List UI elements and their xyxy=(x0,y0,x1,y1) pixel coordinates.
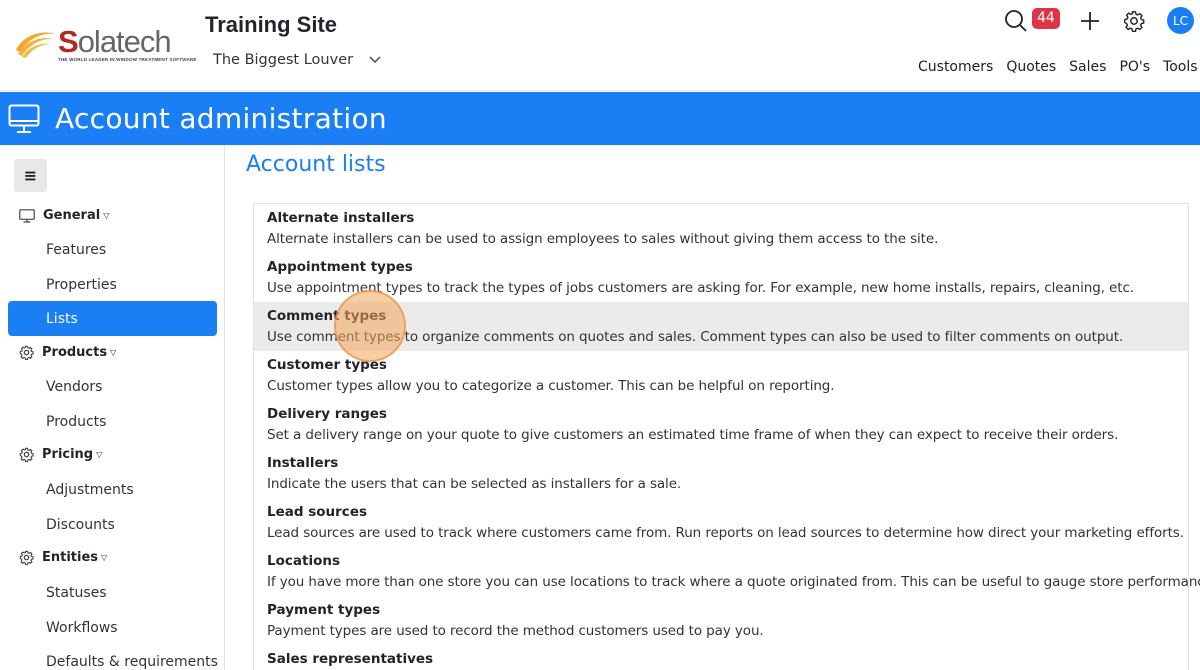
list-item-title: Lead sources xyxy=(267,504,368,520)
list-item-installers[interactable]: Installers Indicate the users that can b… xyxy=(254,449,1188,498)
monitor-icon xyxy=(8,104,40,133)
notification-badge[interactable]: 44 xyxy=(1032,8,1060,29)
sidebar-item-lists[interactable]: Lists xyxy=(8,301,217,336)
caret-down-icon: ▽ xyxy=(96,450,103,459)
top-bar: Solatech THE WORLD LEADER IN WINDOW TREA… xyxy=(0,0,1200,91)
list-item-description: Customer types allow you to categorize a… xyxy=(267,378,835,394)
caret-down-icon: ▽ xyxy=(103,211,110,220)
list-item-title: Customer types xyxy=(267,357,387,373)
sidebar: ≡ General ▽ Features Properties Lists Pro… xyxy=(0,145,225,670)
gear-icon xyxy=(19,550,34,565)
top-nav: Customers Quotes Sales PO's Tools ▼ xyxy=(918,59,1200,75)
sidebar-item-properties[interactable]: Properties xyxy=(46,277,117,293)
list-item-sales-representatives[interactable]: Sales representatives xyxy=(254,645,1188,670)
list-item-title: Sales representatives xyxy=(267,651,434,667)
company-selector[interactable]: The Biggest Louver xyxy=(213,52,381,68)
list-item-title: Appointment types xyxy=(267,259,413,275)
gear-icon xyxy=(19,447,34,462)
nav-tools[interactable]: Tools xyxy=(1163,59,1198,75)
solatech-logo[interactable]: Solatech THE WORLD LEADER IN WINDOW TREA… xyxy=(14,24,196,66)
sidebar-item-discounts[interactable]: Discounts xyxy=(46,517,115,533)
user-avatar[interactable]: LC xyxy=(1167,7,1194,34)
list-item-title: Installers xyxy=(267,455,339,471)
list-item-description: Use appointment types to track the types… xyxy=(267,280,1134,296)
list-item-comment-types[interactable]: Comment types Use comment types to organ… xyxy=(254,302,1188,351)
list-item-payment-types[interactable]: Payment types Payment types are used to … xyxy=(254,596,1188,645)
sidebar-section-general[interactable]: General ▽ xyxy=(19,208,109,223)
nav-customers[interactable]: Customers xyxy=(918,59,993,75)
list-item-alternate-installers[interactable]: Alternate installers Alternate installer… xyxy=(254,204,1188,253)
nav-pos[interactable]: PO's xyxy=(1119,59,1150,75)
list-item-description: Use comment types to organize comments o… xyxy=(267,329,1124,345)
sidebar-item-features[interactable]: Features xyxy=(46,242,106,258)
sidebar-item-workflows[interactable]: Workflows xyxy=(46,620,118,636)
sidebar-section-label: General xyxy=(43,208,101,223)
sidebar-section-label: Entities xyxy=(42,550,99,565)
sidebar-section-products[interactable]: Products ▽ xyxy=(19,345,116,360)
list-item-title: Comment types xyxy=(267,308,387,324)
list-item-title: Payment types xyxy=(267,602,381,618)
settings-gear-icon[interactable] xyxy=(1119,6,1149,36)
search-icon[interactable] xyxy=(1001,6,1031,36)
site-title: Training Site xyxy=(205,12,338,37)
logo-swoosh-icon xyxy=(16,32,56,58)
caret-down-icon: ▽ xyxy=(110,348,117,357)
sidebar-section-entities[interactable]: Entities ▽ xyxy=(19,550,107,565)
page-header: Account administration xyxy=(0,92,1200,145)
gear-icon xyxy=(19,345,34,360)
list-item-title: Delivery ranges xyxy=(267,406,387,422)
logo-tagline: THE WORLD LEADER IN WINDOW TREATMENT SOF… xyxy=(58,57,197,62)
sidebar-section-label: Products xyxy=(42,345,108,360)
sidebar-section-label: Pricing xyxy=(42,447,94,462)
list-item-lead-sources[interactable]: Lead sources Lead sources are used to tr… xyxy=(254,498,1188,547)
list-item-appointment-types[interactable]: Appointment types Use appointment types … xyxy=(254,253,1188,302)
list-item-title: Alternate installers xyxy=(267,210,415,226)
sidebar-item-label: Lists xyxy=(46,310,78,327)
sidebar-item-vendors[interactable]: Vendors xyxy=(46,379,102,395)
sidebar-item-defaults-requirements[interactable]: Defaults & requirements xyxy=(46,654,218,670)
list-item-delivery-ranges[interactable]: Delivery ranges Set a delivery range on … xyxy=(254,400,1188,449)
monitor-icon xyxy=(19,208,35,223)
chevron-down-icon xyxy=(369,56,381,63)
section-title: Account lists xyxy=(246,152,386,177)
plus-icon[interactable] xyxy=(1075,6,1105,36)
list-item-locations[interactable]: Locations If you have more than one stor… xyxy=(254,547,1200,596)
list-item-description: Payment types are used to record the met… xyxy=(267,623,764,639)
nav-quotes[interactable]: Quotes xyxy=(1006,59,1056,75)
page-title: Account administration xyxy=(55,102,387,135)
list-item-description: Alternate installers can be used to assi… xyxy=(267,231,939,247)
sidebar-item-statuses[interactable]: Statuses xyxy=(46,585,107,601)
company-name: The Biggest Louver xyxy=(213,52,354,68)
sidebar-item-products[interactable]: Products xyxy=(46,414,106,430)
menu-toggle-button[interactable]: ≡ xyxy=(14,159,47,192)
list-item-title: Locations xyxy=(267,553,340,569)
account-lists: Alternate installers Alternate installer… xyxy=(253,203,1200,670)
list-item-description: Indicate the users that can be selected … xyxy=(267,476,682,492)
list-item-customer-types[interactable]: Customer types Customer types allow you … xyxy=(254,351,1188,400)
sidebar-item-adjustments[interactable]: Adjustments xyxy=(46,482,134,498)
logo-wordmark: Solatech xyxy=(58,24,172,59)
list-item-description: Lead sources are used to track where cus… xyxy=(267,525,1184,541)
list-item-description: If you have more than one store you can … xyxy=(267,574,1200,590)
sidebar-section-pricing[interactable]: Pricing ▽ xyxy=(19,447,102,462)
nav-sales[interactable]: Sales xyxy=(1069,59,1106,75)
caret-down-icon: ▽ xyxy=(101,553,108,562)
list-item-description: Set a delivery range on your quote to gi… xyxy=(267,427,1119,443)
